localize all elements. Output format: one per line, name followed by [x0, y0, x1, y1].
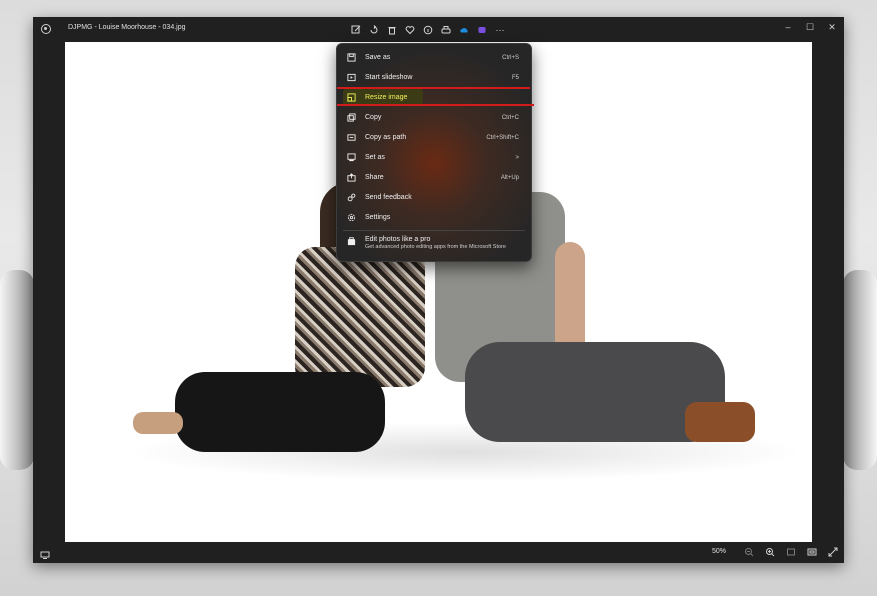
menu-item-label: Share: [365, 174, 384, 181]
menu-item-start-slideshow[interactable]: Start slideshow F5: [343, 69, 525, 86]
resize-icon: [347, 93, 356, 102]
print-icon[interactable]: [441, 25, 451, 35]
filmstrip-icon[interactable]: [40, 547, 50, 559]
toolbar: ···: [351, 22, 505, 38]
zoom-in-icon[interactable]: [764, 546, 775, 557]
menu-item-share[interactable]: Share Alt+Up: [343, 169, 525, 186]
background-decor-left: [0, 270, 34, 470]
photo-woman-shoe: [133, 412, 183, 434]
menu-item-label: Save as: [365, 54, 391, 61]
promo-title: Edit photos like a pro: [365, 236, 431, 243]
copy-icon: [347, 113, 356, 122]
menu-item-label: Start slideshow: [365, 74, 413, 81]
delete-icon[interactable]: [387, 25, 397, 35]
promo-subtitle: Get advanced photo editing apps from the…: [365, 244, 506, 250]
menu-item-shortcut: Ctrl+C: [501, 114, 519, 121]
menu-item-shortcut: Ctrl+S: [502, 54, 519, 61]
fullscreen-icon[interactable]: [827, 546, 838, 557]
settings-gear-icon: [347, 213, 356, 222]
title-bar: DJPMG - Louise Moorhouse - 034.jpg ··· –…: [33, 17, 844, 42]
photos-app-icon[interactable]: [41, 24, 51, 34]
info-icon[interactable]: [423, 25, 433, 35]
window-title: DJPMG - Louise Moorhouse - 034.jpg: [68, 24, 186, 31]
menu-item-copy-as-path[interactable]: Copy as path Ctrl+Shift+C: [343, 129, 525, 146]
menu-item-shortcut: Ctrl+Shift+C: [486, 134, 519, 141]
menu-item-label: Copy: [365, 114, 382, 121]
menu-item-label: Set as: [365, 154, 385, 161]
fit-window-icon[interactable]: [785, 546, 796, 557]
menu-item-label: Resize image: [365, 94, 408, 101]
zoom-level: 50%: [711, 548, 726, 555]
save-icon: [347, 53, 356, 62]
menu-item-edit-photos-promo[interactable]: Edit photos like a pro Get advanced phot…: [343, 234, 525, 258]
copy-path-icon: [347, 133, 356, 142]
photo-man-shoe: [685, 402, 755, 442]
set-as-icon: [347, 153, 356, 162]
menu-item-set-as[interactable]: Set as >: [343, 149, 525, 166]
menu-item-copy[interactable]: Copy Ctrl+C: [343, 109, 525, 126]
menu-item-label: Settings: [365, 214, 391, 221]
minimize-button[interactable]: –: [782, 21, 794, 33]
menu-item-save-as[interactable]: Save as Ctrl+S: [343, 49, 525, 66]
slideshow-icon: [347, 73, 356, 82]
close-button[interactable]: ✕: [826, 21, 838, 33]
more-options-menu: Save as Ctrl+S Start slideshow F5 Resize…: [336, 43, 532, 262]
annotation-line-top: [337, 87, 530, 89]
clipchamp-icon[interactable]: [477, 25, 487, 35]
window-controls: – ☐ ✕: [782, 21, 838, 33]
more-icon[interactable]: ···: [495, 25, 505, 35]
rotate-icon[interactable]: [369, 25, 379, 35]
onedrive-cloud-icon[interactable]: [459, 25, 469, 35]
edit-icon[interactable]: [351, 25, 361, 35]
annotation-line-bottom: [337, 104, 534, 106]
feedback-icon: [347, 193, 356, 202]
menu-item-settings[interactable]: Settings: [343, 209, 525, 226]
maximize-button[interactable]: ☐: [804, 21, 816, 33]
menu-item-send-feedback[interactable]: Send feedback: [343, 189, 525, 206]
statusbar-icons: [743, 546, 838, 557]
menu-item-label: Copy as path: [365, 134, 407, 141]
photo-woman-pants: [175, 372, 385, 452]
menu-item-shortcut: F5: [511, 74, 519, 81]
menu-item-shortcut: Alt+Up: [500, 174, 519, 181]
share-icon: [347, 173, 356, 182]
menu-separator: [343, 230, 525, 231]
actual-size-icon[interactable]: [806, 546, 817, 557]
photo-woman-blouse: [295, 247, 425, 387]
background-decor-right: [843, 270, 877, 470]
status-bar: 50%: [33, 542, 844, 563]
zoom-out-icon[interactable]: [743, 546, 754, 557]
favorite-heart-icon[interactable]: [405, 25, 415, 35]
store-icon: [347, 237, 356, 246]
chevron-right-icon: >: [515, 154, 519, 161]
menu-item-label: Send feedback: [365, 194, 412, 201]
